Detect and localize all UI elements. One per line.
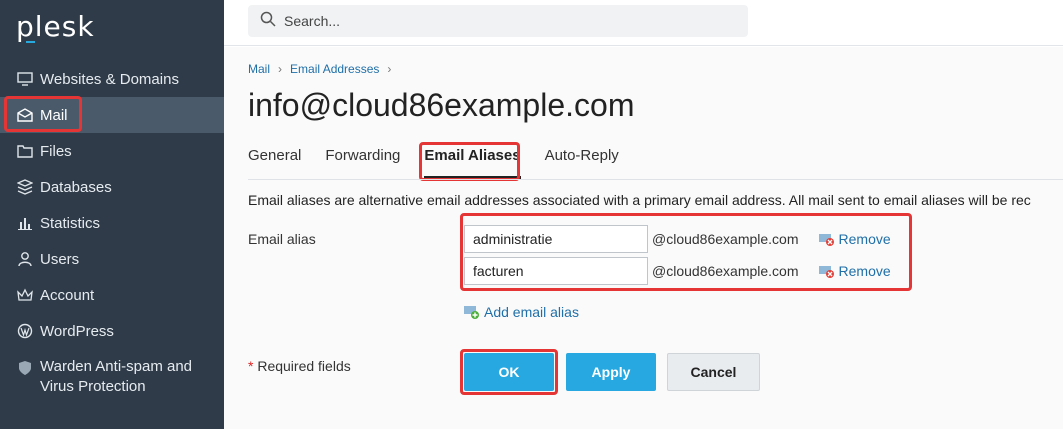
sidebar-item-label: Statistics: [40, 214, 101, 232]
tab-general[interactable]: General: [248, 147, 301, 179]
sidebar-item-label: Websites & Domains: [40, 70, 179, 88]
folder-icon: [16, 142, 34, 160]
search-input[interactable]: [284, 13, 724, 29]
divider: [248, 179, 1063, 180]
tab-highlight-box: [419, 142, 520, 181]
sidebar-item-warden[interactable]: Warden Anti-spam and Virus Protection: [0, 357, 224, 401]
sidebar-item-label: WordPress: [40, 322, 114, 340]
main-content: Mail › Email Addresses › info@cloud86exa…: [224, 47, 1063, 429]
top-bar: [224, 0, 1063, 46]
sidebar-item-users[interactable]: Users: [0, 241, 224, 277]
sidebar-item-label-line2: Virus Protection: [40, 378, 146, 395]
sidebar-item-account[interactable]: Account: [0, 277, 224, 313]
database-icon: [16, 178, 34, 196]
sidebar-item-statistics[interactable]: Statistics: [0, 205, 224, 241]
mail-highlight-box: [4, 96, 82, 132]
sidebar-item-label: Users: [40, 250, 80, 268]
sidebar: plesk Websites & Domains Mail Files Data…: [0, 0, 224, 429]
sidebar-item-label: Databases: [40, 178, 112, 196]
chevron-right-icon: ›: [278, 62, 283, 76]
tab-forwarding[interactable]: Forwarding: [325, 147, 400, 179]
sidebar-item-label: Files: [40, 142, 72, 160]
search-box[interactable]: [248, 5, 748, 37]
sidebar-item-databases[interactable]: Databases: [0, 169, 224, 205]
alias-highlight-box: [460, 213, 912, 291]
breadcrumb-mail[interactable]: Mail: [248, 62, 270, 76]
apply-button[interactable]: Apply: [566, 353, 656, 391]
ok-highlight-box: [460, 349, 558, 395]
bar-chart-icon: [16, 214, 34, 232]
add-icon: [464, 305, 480, 319]
plesk-logo[interactable]: plesk: [16, 10, 95, 43]
add-email-alias-label: Add email alias: [484, 304, 579, 320]
cancel-button[interactable]: Cancel: [667, 353, 760, 391]
chevron-right-icon: ›: [387, 62, 392, 76]
required-text: Required fields: [253, 358, 351, 374]
sidebar-item-label-line1: Warden Anti-spam and: [40, 358, 193, 375]
required-fields-note: * Required fields: [248, 358, 351, 374]
logo-accent: [26, 41, 35, 43]
user-icon: [16, 250, 34, 268]
tab-auto-reply[interactable]: Auto-Reply: [545, 147, 619, 179]
sidebar-item-label: Account: [40, 286, 95, 304]
shield-icon: [16, 359, 34, 377]
breadcrumb-email-addresses[interactable]: Email Addresses: [290, 62, 379, 76]
sidebar-item-files[interactable]: Files: [0, 133, 224, 169]
breadcrumb: Mail › Email Addresses ›: [248, 62, 399, 76]
description-text: Email aliases are alternative email addr…: [248, 192, 1031, 208]
add-email-alias-link[interactable]: Add email alias: [464, 304, 579, 320]
monitor-icon: [16, 70, 34, 88]
email-alias-label: Email alias: [248, 231, 316, 247]
crown-icon: [16, 286, 34, 304]
wordpress-icon: [16, 322, 34, 340]
sidebar-item-label: Warden Anti-spam and Virus Protection: [40, 357, 192, 397]
page-title: info@cloud86example.com: [248, 87, 635, 123]
sidebar-item-websites-domains[interactable]: Websites & Domains: [0, 61, 224, 97]
sidebar-item-wordpress[interactable]: WordPress: [0, 313, 224, 349]
search-icon: [260, 11, 276, 32]
